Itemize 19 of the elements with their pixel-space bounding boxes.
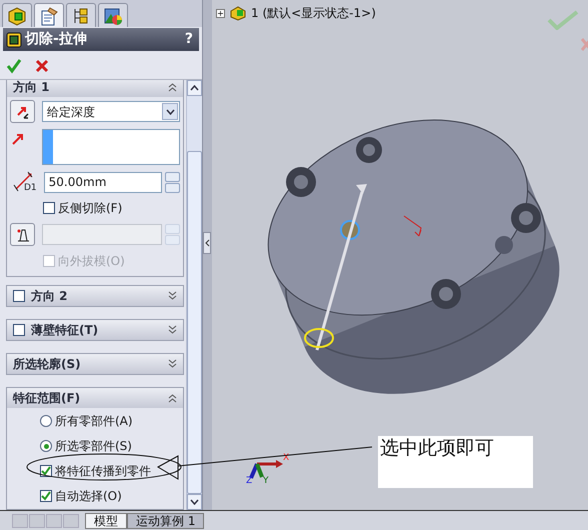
expand-button[interactable]: +: [216, 8, 225, 18]
radio-label: 所选零部件(S): [55, 438, 132, 455]
checkbox-label: 将特征传播到零件: [55, 463, 151, 480]
axis-label: Y: [263, 477, 268, 486]
callout-text: 选中此项即可: [378, 436, 533, 488]
axis-label: Z: [246, 477, 252, 486]
bottom-tab[interactable]: 运动算例 1: [127, 512, 204, 528]
end-condition-dropdown[interactable]: 给定深度: [42, 101, 180, 122]
radio-label: 所有零部件(A): [55, 413, 133, 430]
tree-item[interactable]: 1 (默认<显示状态-1>): [251, 4, 376, 22]
checkbox-label: 自动选择(O): [55, 488, 122, 505]
dimension-symbol: D1: [24, 184, 37, 192]
checkbox-label: 反侧切除(F): [58, 200, 122, 217]
feature-title: 切除-拉伸: [25, 30, 88, 49]
bottom-tab[interactable]: 模型: [85, 512, 127, 528]
help-button[interactable]: ?: [184, 29, 193, 50]
depth-field[interactable]: 50.00mm: [44, 172, 162, 192]
group-title[interactable]: 方向 1: [13, 80, 50, 96]
checkbox-label: 向外拔模(O): [58, 253, 125, 270]
